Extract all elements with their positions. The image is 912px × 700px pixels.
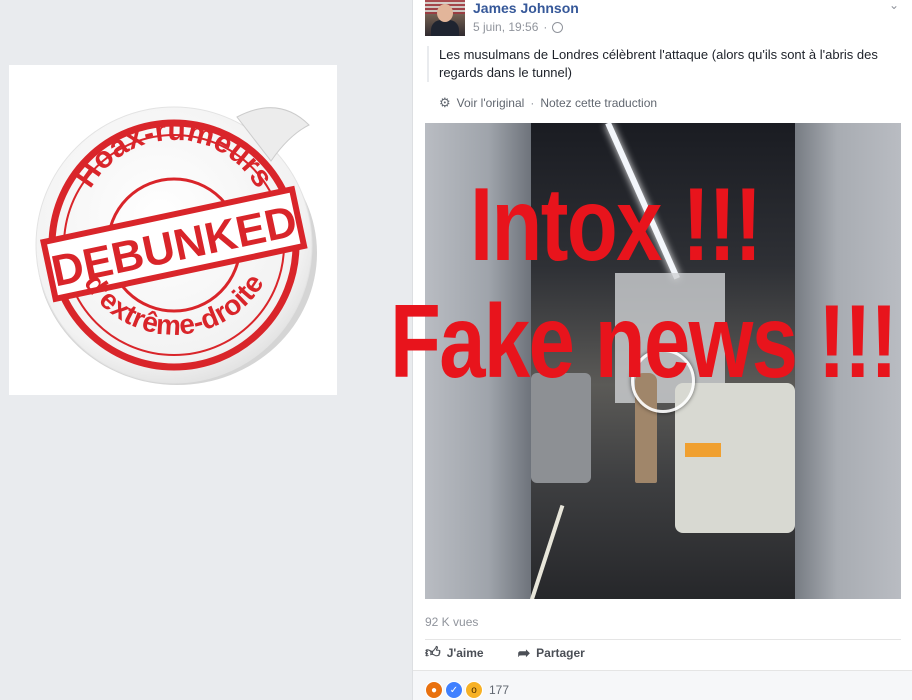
rate-translation-link[interactable]: Notez cette traduction (540, 96, 657, 110)
view-count: 92 K vues (425, 615, 479, 629)
action-bar: 👍︎ J'aime ➦ Partager (425, 644, 585, 662)
taxi-shape (675, 383, 795, 533)
like-label: J'aime (446, 646, 484, 660)
like-icon: ✓ (445, 681, 463, 699)
post-body: Les musulmans de Londres célèbrent l'att… (427, 46, 912, 82)
wow-icon: o (465, 681, 483, 699)
like-button[interactable]: 👍︎ J'aime (425, 644, 484, 662)
reactions-summary[interactable]: ● ✓ o 177 (425, 681, 509, 699)
globe-icon (552, 21, 564, 33)
page: DEBUNKED Hoax-rumeurs d'extrême-droite J… (0, 0, 912, 700)
debunked-stamp-image: DEBUNKED Hoax-rumeurs d'extrême-droite (9, 65, 337, 395)
gear-icon[interactable]: ⚙ (439, 95, 451, 111)
angry-icon: ● (425, 681, 443, 699)
share-label: Partager (536, 646, 585, 660)
overlay-intox-text: Intox !!! (470, 167, 762, 283)
post-meta: 5 juin, 19:56 · (473, 20, 564, 34)
privacy-separator: · (543, 20, 548, 34)
divider (425, 639, 901, 640)
chevron-down-icon[interactable]: ⌄ (889, 0, 899, 12)
post-text: Les musulmans de Londres célèbrent l'att… (439, 47, 878, 80)
translation-row: ⚙ Voir l'original · Notez cette traducti… (439, 95, 657, 111)
thumbs-up-icon: 👍︎ (425, 644, 441, 661)
see-original-link[interactable]: Voir l'original (457, 96, 525, 110)
reaction-count: 177 (489, 683, 510, 697)
post-date[interactable]: 5 juin, 19:56 (473, 20, 538, 34)
share-arrow-icon: ➦ (517, 645, 531, 662)
author-name[interactable]: James Johnson (473, 0, 579, 16)
translation-separator: · (530, 96, 535, 110)
tail-light (685, 443, 721, 457)
debunked-stamp-graphic: DEBUNKED Hoax-rumeurs d'extrême-droite (35, 106, 317, 385)
share-button[interactable]: ➦ Partager (518, 644, 585, 662)
overlay-fake-news-text: Fake news !!! (390, 284, 898, 400)
avatar[interactable] (425, 0, 465, 36)
